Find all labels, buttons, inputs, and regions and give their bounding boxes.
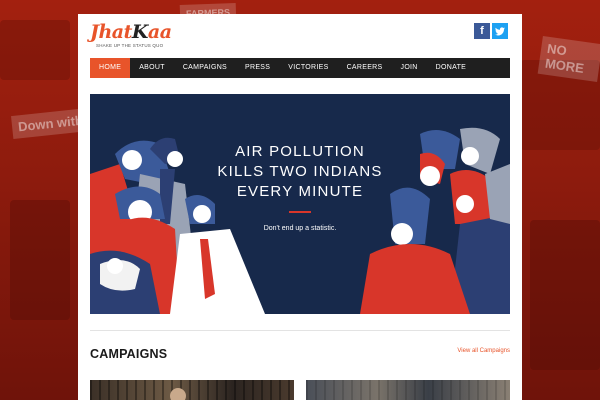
main-nav: HOME ABOUT CAMPAIGNS PRESS VICTORIES CAR…	[90, 58, 510, 78]
nav-about[interactable]: ABOUT	[130, 58, 174, 78]
campaign-card[interactable]	[90, 380, 294, 400]
campaign-card-figure	[170, 388, 186, 400]
banner-divider	[289, 211, 311, 213]
banner-headline-line-3: EVERY MINUTE	[236, 183, 364, 200]
section-divider	[90, 330, 510, 331]
masked-people-illustration	[90, 127, 510, 314]
campaign-card[interactable]	[306, 380, 510, 400]
nav-join[interactable]: JOIN	[392, 58, 427, 78]
nav-campaigns[interactable]: CAMPAIGNS	[174, 58, 236, 78]
protest-sign: NO MORE	[537, 36, 600, 82]
facebook-icon[interactable]: f	[474, 23, 490, 39]
nav-victories[interactable]: VICTORIES	[279, 58, 337, 78]
twitter-bird-icon	[495, 26, 505, 35]
nav-donate[interactable]: DONATE	[427, 58, 475, 78]
nav-press[interactable]: PRESS	[236, 58, 279, 78]
nav-careers[interactable]: CAREERS	[338, 58, 392, 78]
twitter-icon[interactable]	[492, 23, 508, 39]
banner-headline-line-2: KILLS TWO INDIANS	[217, 163, 383, 180]
brand-logo[interactable]: JhatKaa SHAKE UP THE STATUS QUO	[90, 21, 172, 51]
campaigns-heading: CAMPAIGNS	[90, 347, 168, 361]
site-header: JhatKaa SHAKE UP THE STATUS QUO f	[78, 14, 522, 58]
nav-home[interactable]: HOME	[90, 58, 131, 78]
view-all-campaigns-link[interactable]: View all Campaigns	[457, 348, 510, 354]
banner-headline-line-1: AIR POLLUTION	[235, 143, 365, 160]
campaign-card-image	[306, 380, 510, 400]
logo-tagline: SHAKE UP THE STATUS QUO	[96, 43, 164, 48]
hero-banner[interactable]: AIR POLLUTION KILLS TWO INDIANS EVERY MI…	[90, 94, 510, 314]
banner-subtext: Don't end up a statistic.	[263, 225, 337, 232]
logo-wordmark: JhatKaa	[90, 21, 172, 43]
social-links: f	[474, 23, 508, 39]
campaign-card-image	[90, 380, 294, 400]
page-container: JhatKaa SHAKE UP THE STATUS QUO f HOME A…	[78, 14, 522, 400]
